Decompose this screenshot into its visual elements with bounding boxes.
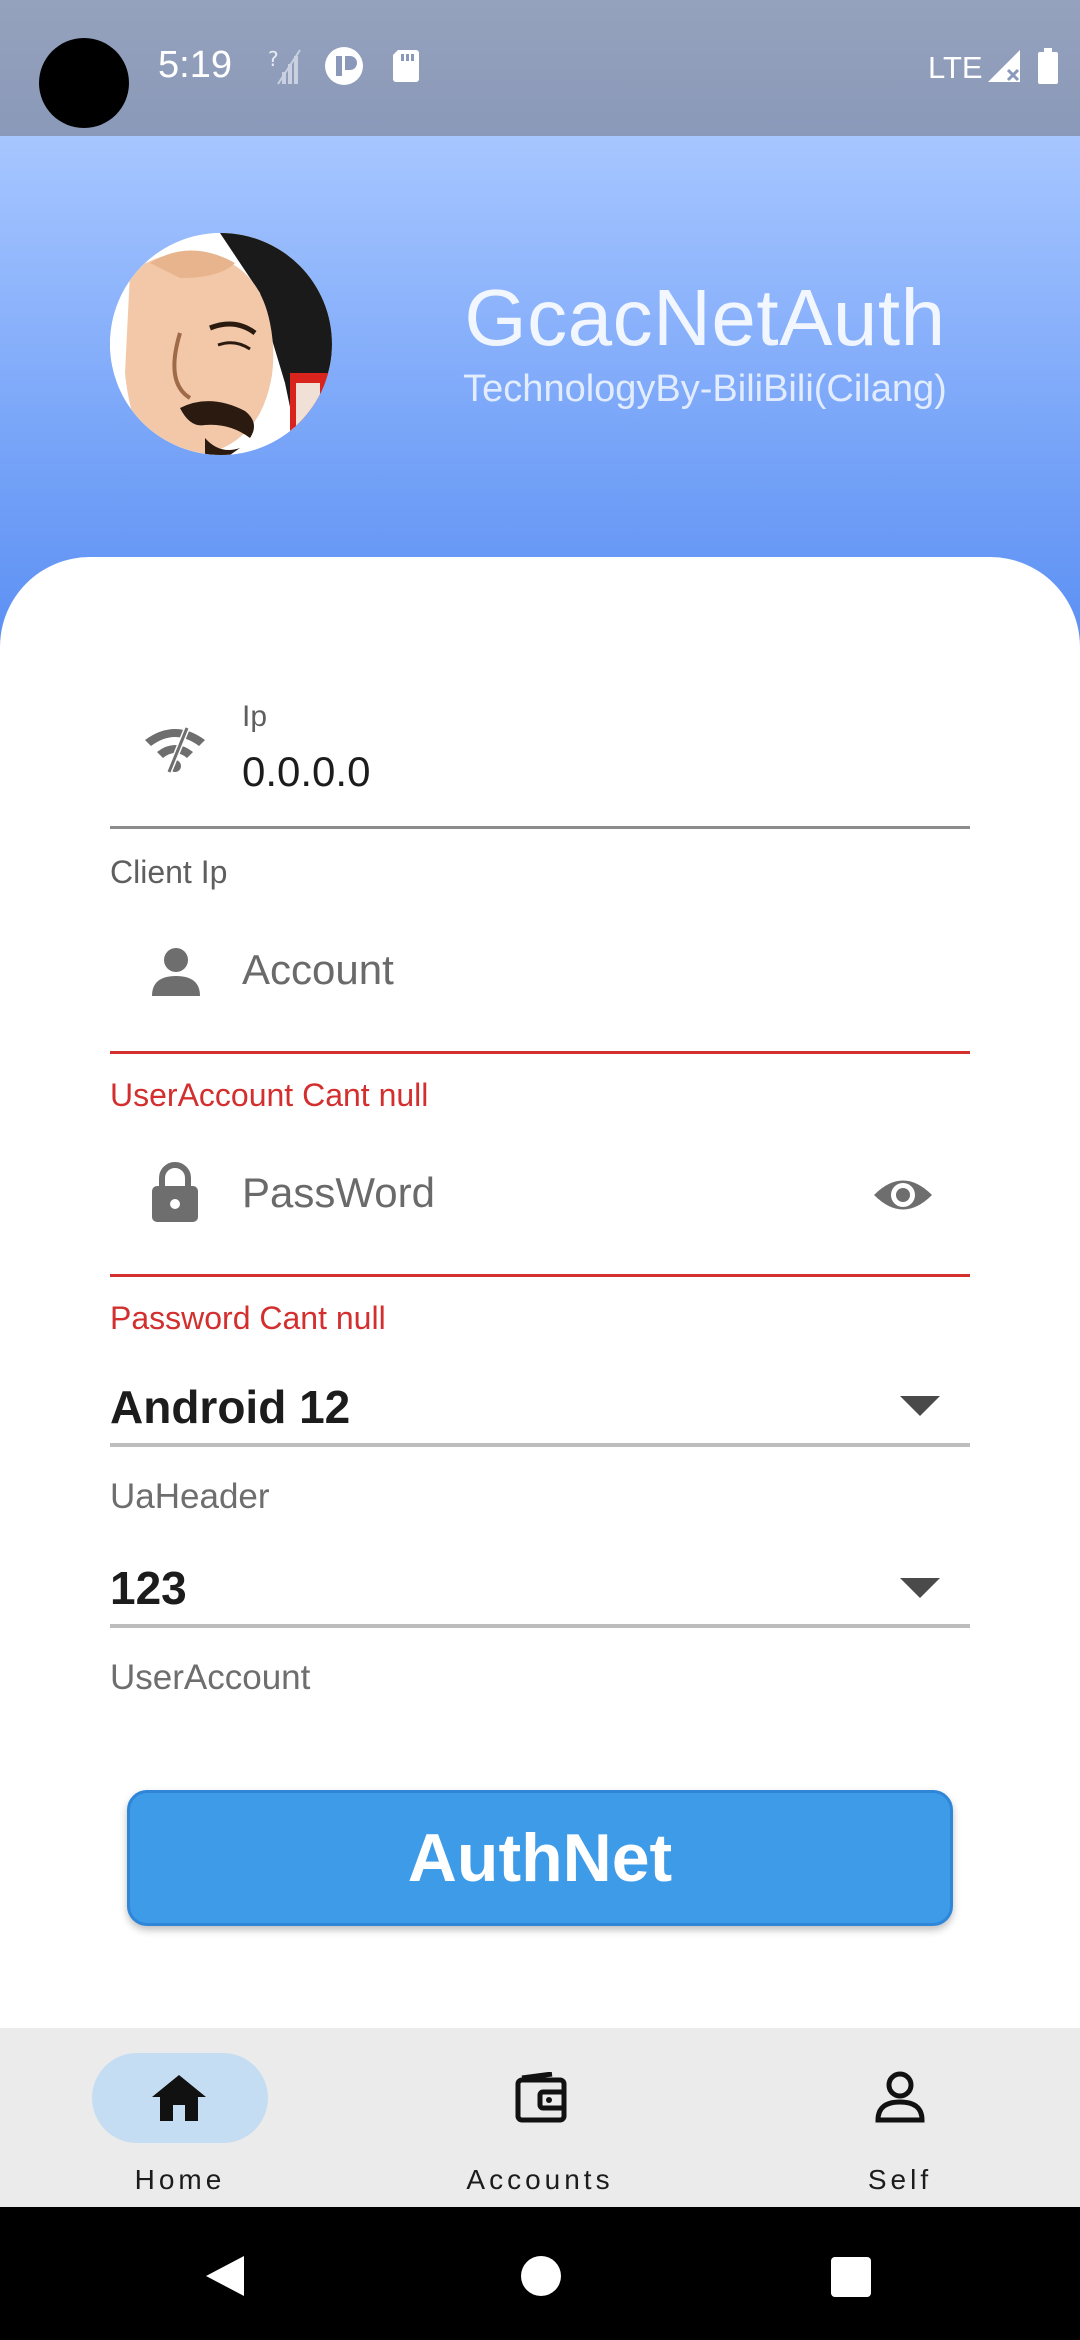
avatar (110, 233, 332, 455)
user-account-underline (110, 1624, 970, 1628)
app-title: GcacNetAuth (464, 273, 946, 362)
ip-input[interactable]: 0.0.0.0 (242, 748, 370, 796)
authnet-button[interactable]: AuthNet (127, 1790, 953, 1926)
profile-icon (875, 2071, 925, 2123)
nav-item-accounts[interactable]: Accounts (360, 2028, 720, 2207)
bottom-navigation: Home Accounts Self (0, 2028, 1080, 2207)
password-input[interactable]: PassWord (242, 1169, 435, 1217)
home-circle-icon[interactable] (520, 2255, 562, 2297)
lock-icon (152, 1162, 198, 1222)
recents-icon[interactable] (830, 2256, 872, 2298)
password-error-text: Password Cant null (110, 1300, 386, 1336)
eye-icon[interactable] (872, 1174, 934, 1216)
password-underline (110, 1274, 970, 1277)
wallet-icon (515, 2072, 567, 2123)
ua-header-value[interactable]: Android 12 (110, 1380, 350, 1434)
ip-underline (110, 826, 970, 829)
person-icon (152, 948, 200, 996)
nav-label-accounts: Accounts (466, 2164, 614, 2195)
account-underline (110, 1051, 970, 1054)
account-error-text: UserAccount Cant null (110, 1077, 429, 1113)
system-navigation-bar (0, 2207, 1080, 2340)
ip-label: Ip (242, 700, 268, 733)
status-time: 5:19 (158, 44, 232, 86)
chevron-down-icon[interactable] (900, 1396, 940, 1416)
battery-icon (1038, 48, 1058, 84)
chevron-down-icon[interactable] (900, 1578, 940, 1598)
network-type: LTE (928, 50, 983, 85)
ua-header-underline (110, 1443, 970, 1447)
sd-card-icon (393, 50, 419, 82)
ua-header-helper: UaHeader (110, 1477, 270, 1516)
user-account-value[interactable]: 123 (110, 1561, 187, 1615)
nav-item-self[interactable]: Self (720, 2028, 1080, 2207)
app-subtitle: TechnologyBy-BiliBili(Cilang) (463, 368, 947, 410)
signal-unknown-icon: ? (268, 47, 301, 85)
camera-cutout-icon (39, 38, 129, 128)
home-icon (152, 2075, 206, 2121)
back-icon[interactable] (204, 2254, 246, 2298)
app-notification-icon (325, 47, 363, 85)
user-account-helper: UserAccount (110, 1658, 311, 1697)
nav-label-home: Home (134, 2164, 226, 2195)
nav-label-self: Self (867, 2164, 933, 2195)
ip-helper-text: Client Ip (110, 854, 228, 890)
account-input[interactable]: Account (242, 946, 394, 994)
status-bar: 5:19 ? LTE (0, 0, 1080, 136)
cell-signal-icon (988, 50, 1020, 82)
wifi-off-icon (145, 726, 205, 774)
nav-item-home[interactable]: Home (0, 2028, 360, 2207)
svg-text:?: ? (268, 47, 279, 71)
